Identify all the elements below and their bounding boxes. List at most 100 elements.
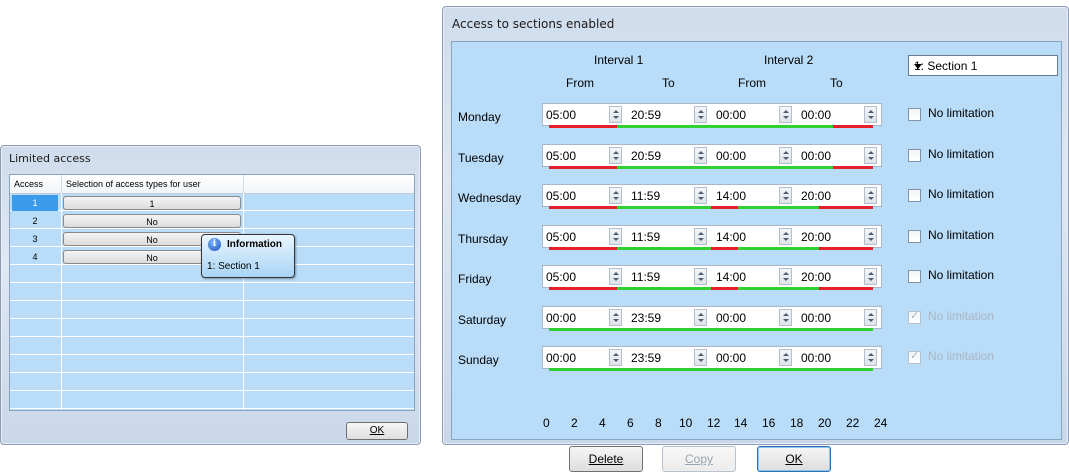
time-input-to2[interactable]: 00:00	[801, 310, 859, 326]
time-input-from2[interactable]: 00:00	[716, 148, 774, 164]
time-input-to1[interactable]: 11:59	[631, 229, 689, 245]
no-limitation-label-0: No limitation	[928, 106, 995, 120]
copy-button[interactable]: Copy	[662, 446, 736, 472]
no-limitation-checkbox-0[interactable]	[908, 108, 921, 121]
blocked-segment	[819, 206, 873, 209]
time-input-from2[interactable]: 00:00	[716, 350, 774, 366]
spinner-icon[interactable]	[609, 187, 622, 204]
no-limitation-checkbox-3[interactable]	[908, 230, 921, 243]
ok-button[interactable]: OK	[757, 446, 831, 472]
day-label-4: Friday	[458, 272, 492, 286]
spinner-icon[interactable]	[609, 147, 622, 164]
no-limitation-checkbox-4[interactable]	[908, 270, 921, 283]
time-range-field-2: 05:00 11:59 14:00 20:00	[542, 184, 882, 207]
time-input-from2[interactable]: 14:00	[716, 229, 774, 245]
time-input-from1[interactable]: 05:00	[546, 188, 604, 204]
row-number-4[interactable]: 4	[12, 249, 58, 265]
spinner-icon[interactable]	[864, 349, 877, 366]
no-limitation-checkbox-1[interactable]	[908, 149, 921, 162]
interval-2-label: Interval 2	[764, 53, 814, 67]
blocked-segment	[819, 287, 873, 290]
spinner-icon[interactable]	[694, 309, 707, 326]
blocked-segment	[549, 247, 617, 250]
time-input-from1[interactable]: 05:00	[546, 269, 604, 285]
access-type-button-2[interactable]: No	[63, 214, 241, 228]
time-input-to1[interactable]: 11:59	[631, 269, 689, 285]
time-input-to1[interactable]: 23:59	[631, 310, 689, 326]
row-number-1[interactable]: 1	[12, 195, 58, 211]
to-1-label: To	[662, 76, 675, 90]
time-input-to2[interactable]: 20:00	[801, 229, 859, 245]
spinner-icon[interactable]	[864, 147, 877, 164]
column-header-access[interactable]: Access	[10, 175, 62, 193]
section-select[interactable]: 1: Section 1	[908, 55, 1058, 76]
spinner-icon[interactable]	[694, 228, 707, 245]
blocked-segment	[711, 247, 738, 250]
row-number-3[interactable]: 3	[12, 231, 58, 247]
spinner-icon[interactable]	[779, 349, 792, 366]
info-icon: i	[208, 238, 221, 251]
time-coverage-bar	[549, 166, 873, 169]
time-input-from1[interactable]: 05:00	[546, 148, 604, 164]
hour-tick-label: 20	[818, 416, 832, 430]
spinner-icon[interactable]	[779, 147, 792, 164]
spinner-icon[interactable]	[694, 349, 707, 366]
row-number-2[interactable]: 2	[12, 213, 58, 229]
limited-access-window: Limited access Access Selection of acces…	[0, 145, 421, 445]
time-input-to1[interactable]: 11:59	[631, 188, 689, 204]
access-type-button-1[interactable]: 1	[63, 196, 241, 210]
time-input-to2[interactable]: 00:00	[801, 107, 859, 123]
spinner-icon[interactable]	[779, 187, 792, 204]
spinner-icon[interactable]	[609, 228, 622, 245]
time-range-field-6: 00:00 23:59 00:00 00:00	[542, 346, 882, 369]
time-input-from1[interactable]: 05:00	[546, 107, 604, 123]
delete-button[interactable]: Delete	[569, 446, 643, 472]
time-input-from1[interactable]: 00:00	[546, 350, 604, 366]
spinner-icon[interactable]	[694, 187, 707, 204]
day-label-2: Wednesday	[458, 191, 522, 205]
time-input-from2[interactable]: 00:00	[716, 107, 774, 123]
spinner-icon[interactable]	[864, 106, 877, 123]
time-input-from1[interactable]: 05:00	[546, 229, 604, 245]
column-header-empty	[244, 175, 414, 193]
ok-button[interactable]: OK	[346, 422, 408, 440]
spinner-icon[interactable]	[694, 147, 707, 164]
spinner-icon[interactable]	[609, 349, 622, 366]
time-input-to1[interactable]: 20:59	[631, 107, 689, 123]
spinner-icon[interactable]	[864, 309, 877, 326]
time-input-to2[interactable]: 20:00	[801, 188, 859, 204]
spinner-icon[interactable]	[779, 309, 792, 326]
no-limitation-checkbox-2[interactable]	[908, 189, 921, 202]
blocked-segment	[832, 166, 873, 169]
spinner-icon[interactable]	[609, 309, 622, 326]
no-limitation-label-3: No limitation	[928, 228, 995, 242]
spinner-icon[interactable]	[864, 187, 877, 204]
time-input-from2[interactable]: 00:00	[716, 310, 774, 326]
ok-label: OK	[785, 452, 803, 466]
blocked-segment	[711, 287, 738, 290]
spinner-icon[interactable]	[779, 106, 792, 123]
time-input-to2[interactable]: 00:00	[801, 350, 859, 366]
spinner-icon[interactable]	[779, 268, 792, 285]
spinner-icon[interactable]	[609, 106, 622, 123]
spinner-icon[interactable]	[864, 268, 877, 285]
no-limitation-checkbox-6[interactable]	[908, 349, 921, 364]
spinner-icon[interactable]	[694, 106, 707, 123]
column-header-selection[interactable]: Selection of access types for user	[62, 175, 244, 193]
hour-tick-label: 14	[734, 416, 748, 430]
time-input-from2[interactable]: 14:00	[716, 188, 774, 204]
spinner-icon[interactable]	[779, 228, 792, 245]
sections-window: Access to sections enabled Interval 1 In…	[442, 6, 1069, 472]
no-limitation-checkbox-5[interactable]	[908, 309, 921, 324]
time-input-from1[interactable]: 00:00	[546, 310, 604, 326]
time-input-to1[interactable]: 23:59	[631, 350, 689, 366]
time-input-to2[interactable]: 00:00	[801, 148, 859, 164]
spinner-icon[interactable]	[694, 268, 707, 285]
time-range-field-4: 05:00 11:59 14:00 20:00	[542, 265, 882, 288]
spinner-icon[interactable]	[864, 228, 877, 245]
time-input-to1[interactable]: 20:59	[631, 148, 689, 164]
day-label-0: Monday	[458, 110, 501, 124]
time-input-from2[interactable]: 14:00	[716, 269, 774, 285]
time-input-to2[interactable]: 20:00	[801, 269, 859, 285]
spinner-icon[interactable]	[609, 268, 622, 285]
